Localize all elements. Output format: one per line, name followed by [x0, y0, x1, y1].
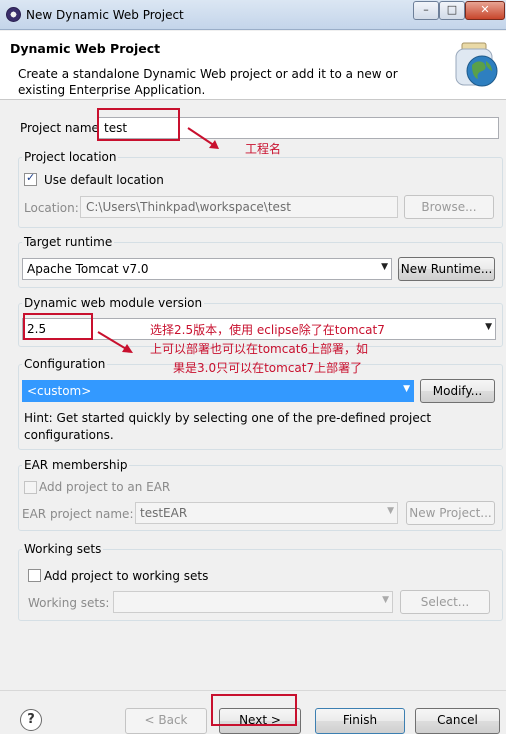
arrow-icon: [187, 127, 219, 149]
eclipse-icon: [6, 7, 21, 22]
location-label: Location:: [24, 201, 79, 215]
add-to-working-sets-checkbox[interactable]: [28, 569, 41, 582]
back-button[interactable]: < Back: [125, 708, 207, 734]
target-runtime-select[interactable]: Apache Tomcat v7.0 ▼: [22, 258, 392, 280]
wizard-header: Dynamic Web Project Create a standalone …: [0, 31, 506, 100]
location-input[interactable]: C:\Users\Thinkpad\workspace\test: [80, 196, 398, 218]
add-to-ear-label: Add project to an EAR: [39, 480, 171, 494]
working-sets-select[interactable]: ▼: [113, 591, 393, 613]
chevron-down-icon: ▼: [403, 384, 410, 394]
ear-project-name-value: testEAR: [140, 506, 188, 520]
project-name-label: Project name: [20, 121, 99, 135]
chevron-down-icon: ▼: [382, 595, 389, 605]
next-button-highlight: [211, 694, 297, 726]
maximize-button[interactable]: □: [439, 1, 465, 20]
configuration-select[interactable]: <custom> ▼: [22, 380, 414, 402]
version-note-line2: 上可以部署也可以在tomcat6上部署，如: [150, 342, 369, 356]
select-working-sets-button[interactable]: Select...: [400, 590, 490, 614]
new-runtime-button[interactable]: New Runtime...: [398, 257, 495, 281]
cancel-button[interactable]: Cancel: [415, 708, 500, 734]
add-to-working-sets-label: Add project to working sets: [44, 569, 209, 583]
working-sets-title: Working sets: [22, 542, 104, 556]
wizard-description: Create a standalone Dynamic Web project …: [18, 67, 398, 97]
use-default-location-label: Use default location: [44, 173, 164, 187]
project-name-note: 工程名: [245, 142, 282, 156]
new-project-button[interactable]: New Project...: [406, 501, 495, 525]
chevron-down-icon: ▼: [387, 506, 394, 516]
version-highlight: [23, 313, 93, 340]
configuration-hint: Hint: Get started quickly by selecting o…: [24, 411, 432, 442]
close-button[interactable]: ✕: [465, 1, 505, 20]
target-runtime-title: Target runtime: [22, 235, 115, 249]
chevron-down-icon: ▼: [381, 262, 388, 272]
add-to-ear-checkbox[interactable]: [24, 481, 37, 494]
ear-project-name-select[interactable]: testEAR ▼: [135, 502, 398, 524]
version-note-line3: 果是3.0只可以在tomcat7上部署了: [173, 361, 363, 375]
modify-button[interactable]: Modify...: [420, 379, 495, 403]
web-project-globe-icon: [455, 42, 498, 87]
chevron-down-icon: ▼: [485, 322, 492, 332]
browse-button[interactable]: Browse...: [404, 195, 494, 219]
window-title: New Dynamic Web Project: [26, 8, 184, 22]
project-name-highlight: [97, 108, 180, 141]
help-icon[interactable]: ?: [20, 709, 42, 731]
ear-project-name-label: EAR project name:: [22, 507, 134, 521]
ear-membership-title: EAR membership: [22, 458, 130, 472]
project-location-title: Project location: [22, 150, 119, 164]
target-runtime-value: Apache Tomcat v7.0: [27, 262, 149, 276]
arrow-icon: [97, 331, 133, 353]
version-note-line1: 选择2.5版本，使用 eclipse除了在tomcat7: [150, 323, 385, 337]
minimize-button[interactable]: –: [413, 1, 439, 20]
use-default-location-checkbox[interactable]: [24, 171, 37, 186]
wizard-title: Dynamic Web Project: [10, 41, 161, 56]
working-sets-label: Working sets:: [28, 596, 110, 610]
configuration-value: <custom>: [27, 384, 92, 398]
module-version-title: Dynamic web module version: [22, 296, 205, 310]
configuration-title: Configuration: [22, 357, 108, 371]
title-bar: New Dynamic Web Project – □ ✕: [0, 0, 506, 30]
finish-button[interactable]: Finish: [315, 708, 405, 734]
